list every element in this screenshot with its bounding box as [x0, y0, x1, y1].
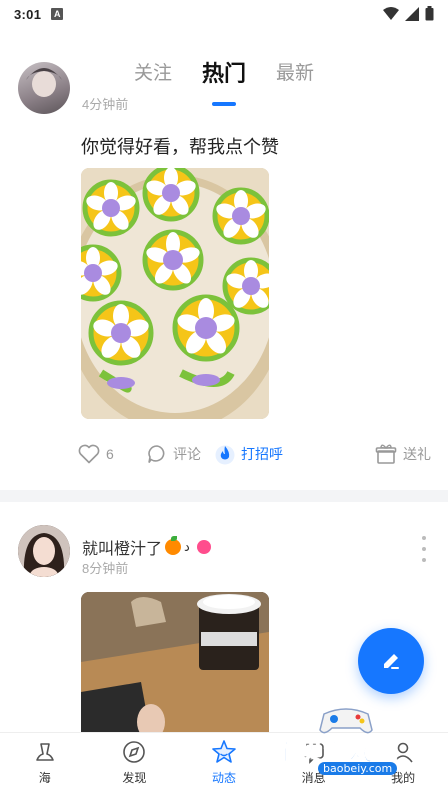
- avatar-image: [18, 525, 70, 577]
- vip-badge-icon: [196, 540, 211, 554]
- nav-label-feed: 动态: [211, 771, 236, 785]
- compass-icon: [123, 741, 146, 763]
- username-text: 就叫橙汁了: [82, 541, 163, 558]
- notification-icon: A: [51, 8, 64, 20]
- comment-icon: [148, 445, 165, 463]
- tab-hot-label: 热门: [201, 61, 246, 86]
- nav-item-profile[interactable]: 我的: [358, 733, 448, 798]
- nav-item-discover[interactable]: 发现: [90, 733, 180, 798]
- nav-item-messages[interactable]: 消息: [269, 733, 359, 798]
- nav-label-discover: 发现: [122, 771, 147, 785]
- compose-post-button[interactable]: [358, 628, 424, 694]
- post1-actions: 6 评论 打招呼 送礼: [78, 440, 433, 468]
- username-suffix: د: [184, 539, 190, 554]
- greet-button[interactable]: 打招呼: [215, 440, 283, 468]
- avatar-image: [26, 68, 62, 97]
- post1-image[interactable]: [81, 168, 269, 419]
- gift-icon: [375, 444, 397, 464]
- star-icon: [212, 740, 236, 763]
- status-bar: 3:01 A: [0, 0, 448, 28]
- comment-button[interactable]: 评论: [147, 440, 201, 468]
- tab-following-label: 关注: [133, 63, 172, 84]
- pencil-icon: [384, 654, 399, 669]
- tab-hot[interactable]: 热门: [201, 52, 246, 106]
- post2-avatar[interactable]: [18, 525, 70, 577]
- gift-label: 送礼: [403, 446, 431, 462]
- feed-divider: [0, 490, 448, 502]
- sea-icon: [35, 743, 54, 761]
- nav-label-profile: 我的: [391, 771, 416, 785]
- post2-image[interactable]: [81, 592, 269, 737]
- heart-icon: [78, 444, 100, 464]
- nav-item-feed[interactable]: 动态: [179, 733, 269, 798]
- bottom-nav: 海 发现 动态 消息 我的: [0, 732, 448, 798]
- more-options-icon[interactable]: [420, 536, 428, 562]
- post2-time: 8分钟前: [82, 561, 129, 576]
- message-icon: [303, 743, 324, 764]
- nav-label-messages: 消息: [301, 771, 326, 785]
- post2-username[interactable]: 就叫橙汁了 د: [82, 535, 211, 559]
- tab-latest[interactable]: 最新: [276, 52, 314, 96]
- wifi-icon: [383, 6, 399, 20]
- status-time: 3:01: [14, 6, 42, 22]
- greet-label: 打招呼: [241, 446, 283, 462]
- post1-time: 4分钟前: [82, 97, 129, 112]
- profile-icon: [393, 742, 413, 763]
- nav-item-sea[interactable]: 海: [0, 733, 90, 798]
- flower-buns-photo-icon: [81, 168, 269, 419]
- coffee-cup-photo-icon: [81, 592, 269, 737]
- like-button[interactable]: 6: [78, 440, 114, 468]
- gift-button[interactable]: 送礼: [375, 440, 431, 468]
- nav-label-sea: 海: [38, 771, 51, 785]
- like-count: 6: [106, 446, 114, 462]
- tab-following[interactable]: 关注: [134, 52, 172, 96]
- battery-icon: [425, 6, 434, 21]
- flame-icon: [215, 445, 235, 465]
- post1-avatar[interactable]: [18, 62, 70, 114]
- tab-latest-label: 最新: [276, 63, 315, 84]
- post1-text: 你觉得好看，帮我点个赞: [81, 137, 279, 157]
- signal-icon: [405, 6, 419, 21]
- orange-emoji-icon: [165, 536, 182, 555]
- comment-label: 评论: [173, 446, 201, 462]
- active-tab-indicator: [211, 102, 236, 106]
